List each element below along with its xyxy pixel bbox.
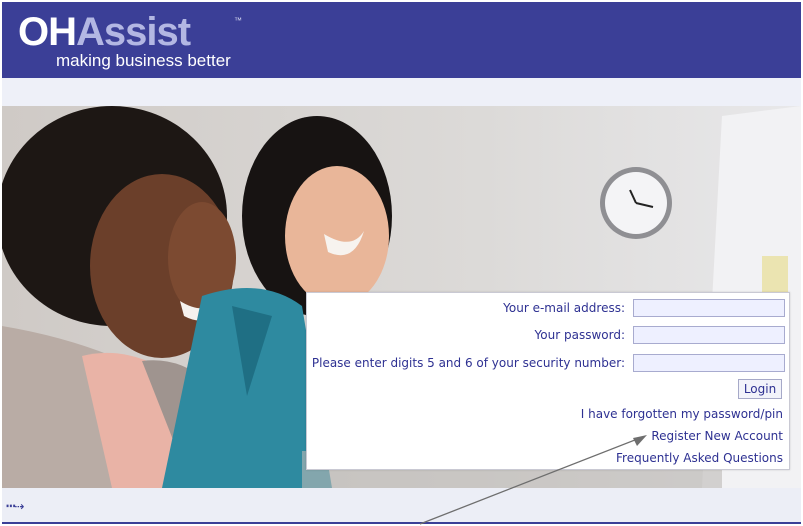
email-field[interactable]	[633, 299, 785, 317]
logo-assist: Assist	[76, 10, 191, 54]
register-account-link[interactable]: Register New Account	[651, 429, 783, 443]
security-digits-field[interactable]	[633, 354, 785, 372]
logo-oh: OH	[18, 10, 77, 54]
footer-bar	[2, 488, 801, 524]
security-digits-label: Please enter digits 5 and 6 of your secu…	[311, 356, 625, 370]
email-label: Your e-mail address:	[503, 301, 625, 315]
logo[interactable]: OHAssist	[18, 10, 191, 54]
password-field[interactable]	[633, 326, 785, 344]
sub-navigation-bar	[2, 78, 801, 106]
trademark-mark: ™	[234, 16, 242, 25]
login-button[interactable]: Login	[738, 379, 782, 399]
forgot-password-link[interactable]: I have forgotten my password/pin	[581, 407, 783, 421]
wall-clock-icon	[600, 167, 672, 239]
login-panel: Your e-mail address: Your password: Plea…	[306, 292, 790, 470]
footer-divider	[2, 522, 801, 524]
dotted-arrow-icon[interactable]: ⋯⇢	[6, 496, 24, 515]
site-header: OHAssist ™ making business better	[2, 2, 801, 78]
logo-tagline: making business better	[56, 51, 231, 70]
faq-link[interactable]: Frequently Asked Questions	[616, 451, 783, 465]
password-label: Your password:	[534, 328, 625, 342]
